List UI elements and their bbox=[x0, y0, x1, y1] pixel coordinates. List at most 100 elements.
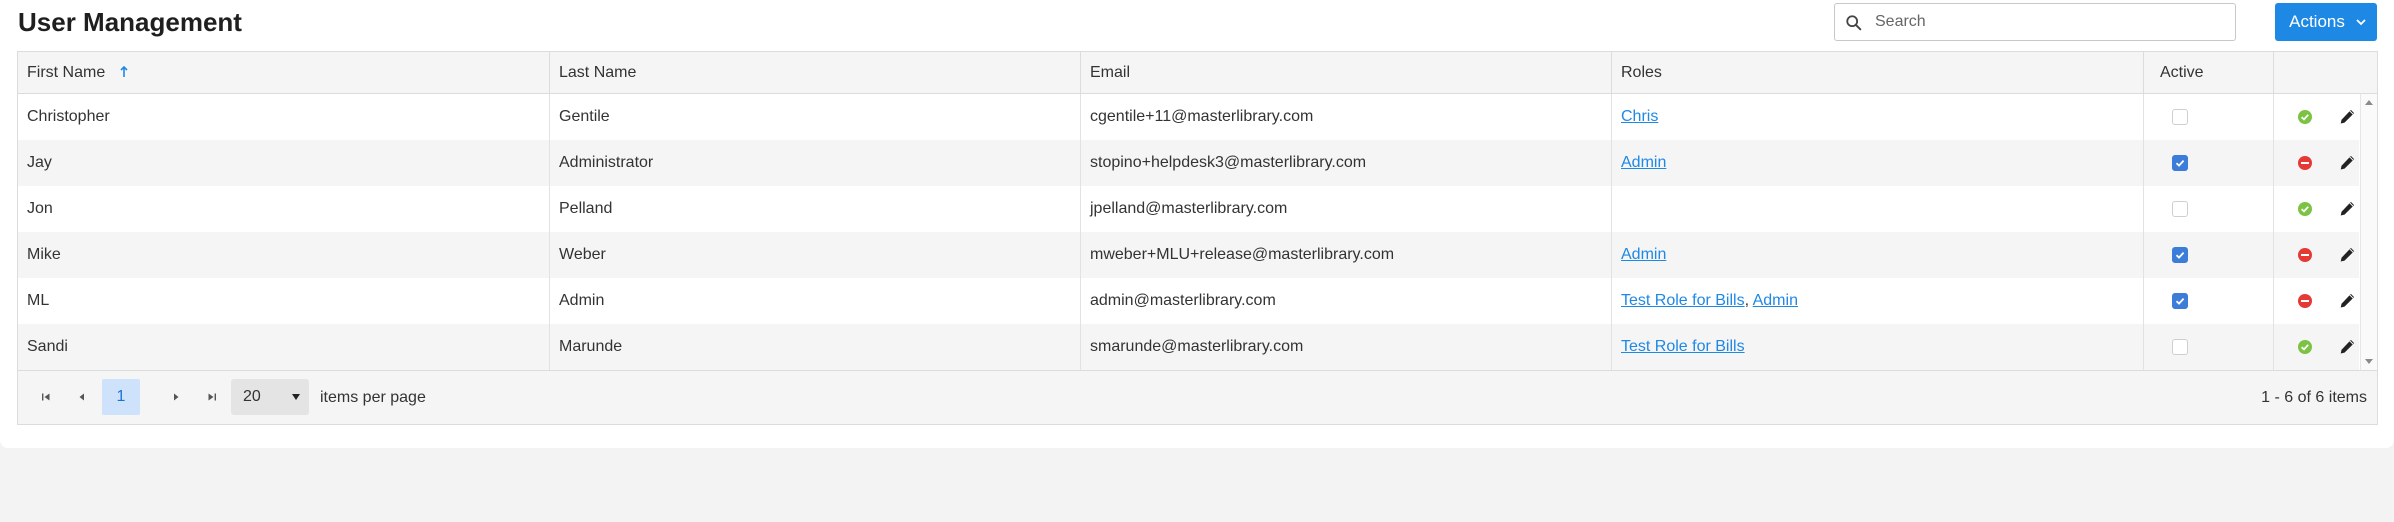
pencil-icon[interactable] bbox=[2339, 292, 2356, 309]
table-row[interactable]: Jon Pelland jpelland@masterlibrary.com bbox=[18, 186, 2359, 232]
cell-email: stopino+helpdesk3@masterlibrary.com bbox=[1080, 140, 1611, 186]
role-link[interactable]: Chris bbox=[1621, 108, 1658, 125]
scroll-down-icon[interactable] bbox=[2365, 359, 2373, 364]
search-input[interactable] bbox=[1873, 8, 2223, 36]
cell-email: smarunde@masterlibrary.com bbox=[1080, 324, 1611, 370]
active-checkbox[interactable] bbox=[2172, 109, 2188, 125]
active-checkbox[interactable] bbox=[2172, 293, 2188, 309]
column-header-roles[interactable]: Roles bbox=[1611, 52, 2143, 93]
cell-email: admin@masterlibrary.com bbox=[1080, 278, 1611, 324]
cell-active bbox=[2143, 94, 2273, 140]
page-size-value: 20 bbox=[243, 388, 261, 405]
table-row[interactable]: Mike Weber mweber+MLU+release@masterlibrar… bbox=[18, 232, 2359, 278]
search-box[interactable] bbox=[1834, 3, 2236, 41]
check-circle-icon[interactable] bbox=[2297, 339, 2313, 355]
cell-email: cgentile+11@masterlibrary.com bbox=[1080, 94, 1611, 140]
first-page-icon bbox=[42, 393, 50, 401]
page-button-current[interactable]: 1 bbox=[102, 379, 140, 415]
column-header-last-name-label: Last Name bbox=[559, 64, 637, 81]
vertical-scrollbar[interactable] bbox=[2360, 94, 2377, 370]
caret-down-icon bbox=[292, 394, 300, 400]
pencil-icon[interactable] bbox=[2339, 200, 2356, 217]
cell-roles: Test Role for Bills bbox=[1611, 324, 2143, 370]
cell-active bbox=[2143, 278, 2273, 324]
role-separator: , bbox=[1744, 292, 1753, 309]
search-icon bbox=[1846, 15, 1862, 31]
active-checkbox[interactable] bbox=[2172, 247, 2188, 263]
cell-active bbox=[2143, 232, 2273, 278]
cell-roles bbox=[1611, 186, 2143, 232]
last-page-icon bbox=[208, 393, 216, 401]
checkmark-icon bbox=[2175, 251, 2185, 259]
cell-last-name: Gentile bbox=[549, 94, 1080, 140]
check-circle-icon[interactable] bbox=[2297, 109, 2313, 125]
table-row[interactable]: Christopher Gentile cgentile+11@masterlibr… bbox=[18, 94, 2359, 140]
role-link[interactable]: Test Role for Bills bbox=[1621, 292, 1745, 309]
users-grid: First Name Last Name Email Roles Active … bbox=[17, 51, 2378, 425]
column-header-first-name-label: First Name bbox=[27, 64, 106, 81]
cell-first-name: Jay bbox=[27, 154, 52, 171]
role-link[interactable]: Admin bbox=[1621, 246, 1666, 263]
next-page-icon bbox=[174, 393, 179, 401]
column-header-first-name[interactable]: First Name bbox=[18, 52, 549, 93]
cell-roles: Admin bbox=[1611, 232, 2143, 278]
grid-body: Christopher Gentile cgentile+11@masterlibr… bbox=[18, 94, 2359, 370]
last-page-button[interactable] bbox=[194, 379, 230, 415]
cell-email: jpelland@masterlibrary.com bbox=[1080, 186, 1611, 232]
cell-first-name: Sandi bbox=[27, 338, 68, 355]
active-checkbox[interactable] bbox=[2172, 339, 2188, 355]
pencil-icon[interactable] bbox=[2339, 154, 2356, 171]
minus-circle-icon[interactable] bbox=[2297, 247, 2313, 263]
table-row[interactable]: Jay Administrator stopino+helpdesk3@master… bbox=[18, 140, 2359, 186]
items-per-page-label: items per page bbox=[320, 389, 426, 406]
checkmark-icon bbox=[2175, 297, 2185, 305]
chevron-down-icon bbox=[2356, 19, 2366, 26]
pencil-icon[interactable] bbox=[2339, 338, 2356, 355]
column-header-row-actions bbox=[2273, 52, 2359, 93]
first-page-button[interactable] bbox=[28, 379, 64, 415]
pager-range-info: 1 - 6 of 6 items bbox=[2261, 389, 2367, 406]
cell-last-name: Administrator bbox=[549, 140, 1080, 186]
cell-first-name: Mike bbox=[27, 246, 61, 263]
cell-last-name: Weber bbox=[549, 232, 1080, 278]
cell-last-name: Admin bbox=[549, 278, 1080, 324]
scroll-up-icon[interactable] bbox=[2365, 100, 2373, 105]
pencil-icon[interactable] bbox=[2339, 108, 2356, 125]
actions-button-label: Actions bbox=[2289, 12, 2345, 31]
column-header-roles-label: Roles bbox=[1621, 64, 1662, 81]
page-title: User Management bbox=[18, 7, 242, 37]
cell-active bbox=[2143, 186, 2273, 232]
minus-circle-icon[interactable] bbox=[2297, 155, 2313, 171]
cell-first-name: Christopher bbox=[27, 108, 110, 125]
checkmark-icon bbox=[2175, 159, 2185, 167]
previous-page-button[interactable] bbox=[64, 379, 100, 415]
main-panel: User Management Actions First Name Last … bbox=[0, 0, 2394, 448]
table-row[interactable]: Sandi Marunde smarunde@masterlibrary.com Te… bbox=[18, 324, 2359, 370]
active-checkbox[interactable] bbox=[2172, 201, 2188, 217]
cell-email: mweber+MLU+release@masterlibrary.com bbox=[1080, 232, 1611, 278]
column-header-email[interactable]: Email bbox=[1080, 52, 1611, 93]
cell-roles: Chris bbox=[1611, 94, 2143, 140]
pencil-icon[interactable] bbox=[2339, 246, 2356, 263]
cell-active bbox=[2143, 324, 2273, 370]
previous-page-icon bbox=[79, 393, 84, 401]
column-header-email-label: Email bbox=[1090, 64, 1131, 81]
column-header-active-label: Active bbox=[2160, 64, 2204, 81]
page-size-select[interactable]: 20 bbox=[231, 379, 309, 415]
role-link[interactable]: Admin bbox=[1621, 154, 1666, 171]
role-link[interactable]: Test Role for Bills bbox=[1621, 338, 1745, 355]
active-checkbox[interactable] bbox=[2172, 155, 2188, 171]
cell-first-name: ML bbox=[27, 292, 50, 309]
check-circle-icon[interactable] bbox=[2297, 201, 2313, 217]
sort-ascending-icon bbox=[120, 65, 128, 77]
table-row[interactable]: ML Admin admin@masterlibrary.com Test Role … bbox=[18, 278, 2359, 324]
next-page-button[interactable] bbox=[158, 379, 194, 415]
column-header-active[interactable]: Active bbox=[2143, 52, 2273, 93]
actions-button[interactable]: Actions bbox=[2275, 3, 2377, 41]
column-header-last-name[interactable]: Last Name bbox=[549, 52, 1080, 93]
role-link[interactable]: Admin bbox=[1753, 292, 1798, 309]
grid-header: First Name Last Name Email Roles Active bbox=[18, 52, 2377, 94]
minus-circle-icon[interactable] bbox=[2297, 293, 2313, 309]
cell-last-name: Marunde bbox=[549, 324, 1080, 370]
cell-last-name: Pelland bbox=[549, 186, 1080, 232]
